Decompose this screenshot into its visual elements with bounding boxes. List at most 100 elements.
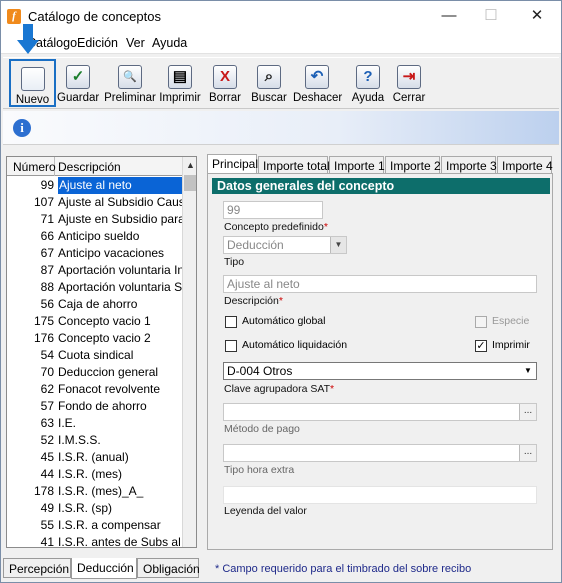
list-item[interactable]: 67 Anticipo vacaciones (7, 245, 182, 262)
new-button[interactable]: Nuevo (9, 59, 56, 107)
section-title: Datos generales del concepto (212, 178, 550, 194)
overtime-type-label: Tipo hora extra (224, 464, 295, 476)
list-item[interactable]: 57 Fondo de ahorro (7, 398, 182, 415)
menu-ver[interactable]: Ver (126, 36, 145, 50)
tab-principal[interactable]: Principal (207, 154, 258, 174)
especie-checkbox[interactable] (475, 316, 487, 328)
tab-obligacion[interactable]: Obligación (137, 558, 200, 578)
column-header-description[interactable]: Descripción (55, 157, 182, 176)
list-item[interactable]: 54 Cuota sindical (7, 347, 182, 364)
preview-icon: 🔍 (118, 65, 142, 89)
delete-label: Borrar (209, 92, 241, 104)
list-item[interactable]: 52 I.M.S.S. (7, 432, 182, 449)
help-button[interactable]: ? Ayuda (350, 59, 386, 107)
list-item[interactable]: 55 I.S.R. a compensar (7, 517, 182, 534)
print-label: Imprimir (159, 92, 201, 104)
list-item-number: 55 (40, 518, 54, 532)
list-item-description: Concepto vacio 1 (58, 314, 151, 328)
imprimir-label: Imprimir (492, 339, 530, 351)
list-item-number: 49 (40, 501, 54, 515)
maximize-button[interactable]: ☐ (476, 5, 506, 27)
list-item[interactable]: 178 I.S.R. (mes)_A_ (7, 483, 182, 500)
delete-icon: X (213, 65, 237, 89)
preview-button[interactable]: 🔍 Preliminar (104, 59, 156, 107)
search-button[interactable]: ⌕ Buscar (249, 59, 289, 107)
save-button[interactable]: ✓ Guardar (57, 59, 99, 107)
print-button[interactable]: ▤ Imprimir (159, 59, 201, 107)
auto-liquidacion-checkbox[interactable] (225, 340, 237, 352)
list-item[interactable]: 175 Concepto vacio 1 (7, 313, 182, 330)
auto-global-checkbox[interactable] (225, 316, 237, 328)
list-item[interactable]: 66 Anticipo sueldo (7, 228, 182, 245)
list-item[interactable]: 63 I.E. (7, 415, 182, 432)
arrow-down-icon (17, 24, 39, 55)
list-item-number: 54 (40, 348, 54, 362)
exit-label: Cerrar (392, 92, 426, 104)
close-button[interactable]: ✕ (522, 5, 552, 27)
list-item[interactable]: 87 Aportación voluntaria Info (7, 262, 182, 279)
delete-button[interactable]: X Borrar (207, 59, 243, 107)
tab-importe-2[interactable]: Importe 2 (385, 156, 441, 174)
list-item-number: 45 (40, 450, 54, 464)
type-tabs: Percepción Deducción Obligación (3, 558, 203, 579)
list-item-number: 63 (40, 416, 54, 430)
number-field[interactable]: 99 (223, 201, 323, 219)
list-item-description: Deduccion general (58, 365, 159, 379)
title-bar: f Catálogo de conceptos — ☐ ✕ (1, 1, 561, 32)
column-header-number[interactable]: Número (7, 157, 56, 176)
list-scrollbar[interactable]: ▲ (182, 157, 196, 547)
menu-ayuda[interactable]: Ayuda (152, 36, 187, 50)
scroll-thumb[interactable] (184, 175, 196, 191)
app-logo-icon: f (7, 9, 21, 24)
list-item[interactable]: 49 I.S.R. (sp) (7, 500, 182, 517)
especie-label: Especie (492, 315, 530, 327)
list-item[interactable]: 88 Aportación voluntaria SAR (7, 279, 182, 296)
chevron-down-icon[interactable]: ▼ (520, 363, 536, 379)
list-item-description: Ajuste en Subsidio para el (58, 212, 182, 226)
exit-button[interactable]: ⇥ Cerrar (391, 59, 427, 107)
list-item-number: 44 (40, 467, 54, 481)
list-item[interactable]: 41 I.S.R. antes de Subs al Em (7, 534, 182, 547)
overtime-type-field[interactable]: ... (223, 444, 537, 462)
auto-liquidacion-label: Automático liquidación (242, 339, 348, 351)
list-item[interactable]: 44 I.S.R. (mes) (7, 466, 182, 483)
list-item[interactable]: 70 Deduccion general (7, 364, 182, 381)
list-item-number: 62 (40, 382, 54, 396)
list-item-description: I.E. (58, 416, 77, 430)
list-item-description: I.M.S.S. (58, 433, 101, 447)
tab-importe-1[interactable]: Importe 1 (329, 156, 385, 174)
list-item-number: 71 (40, 212, 54, 226)
payment-method-field[interactable]: ... (223, 403, 537, 421)
tab-importe-4[interactable]: Importe 4 (497, 156, 553, 174)
list-item[interactable]: 62 Fonacot revolvente (7, 381, 182, 398)
list-item[interactable]: 99 Ajuste al neto (7, 177, 182, 194)
list-item[interactable]: 56 Caja de ahorro (7, 296, 182, 313)
value-legend-field[interactable] (223, 486, 537, 504)
info-bar: i (3, 111, 559, 145)
undo-button[interactable]: ↶ Deshacer (293, 59, 342, 107)
undo-icon: ↶ (305, 65, 329, 89)
list-item[interactable]: 71 Ajuste en Subsidio para el (7, 211, 182, 228)
sat-key-dropdown[interactable]: D-004 Otros ▼ (223, 362, 537, 380)
ellipsis-button[interactable]: ... (519, 404, 536, 420)
tab-deduccion[interactable]: Deducción (71, 558, 137, 579)
menu-edicion[interactable]: Edición (77, 36, 118, 50)
list-item-description: Aportación voluntaria Info (58, 263, 182, 277)
list-item[interactable]: 45 I.S.R. (anual) (7, 449, 182, 466)
new-label: Nuevo (15, 94, 50, 106)
list-item[interactable]: 176 Concepto vacio 2 (7, 330, 182, 347)
description-field[interactable]: Ajuste al neto (223, 275, 537, 293)
type-label: Tipo (224, 256, 245, 268)
ellipsis-button[interactable]: ... (519, 445, 536, 461)
list-item-number: 107 (33, 195, 54, 209)
chevron-down-icon[interactable]: ▼ (330, 237, 346, 253)
type-dropdown[interactable]: Deducción ▼ (223, 236, 347, 254)
minimize-button[interactable]: — (434, 5, 464, 27)
tab-importe-3[interactable]: Importe 3 (441, 156, 497, 174)
imprimir-checkbox[interactable]: ✓ (475, 340, 487, 352)
tab-importe-total[interactable]: Importe total (258, 156, 330, 174)
concept-list[interactable]: Número Descripción 99 Ajuste al neto 107 Aj… (6, 156, 197, 548)
scroll-up-icon[interactable]: ▲ (183, 157, 196, 174)
list-item[interactable]: 107 Ajuste al Subsidio Causad (7, 194, 182, 211)
tab-percepcion[interactable]: Percepción (3, 558, 71, 578)
